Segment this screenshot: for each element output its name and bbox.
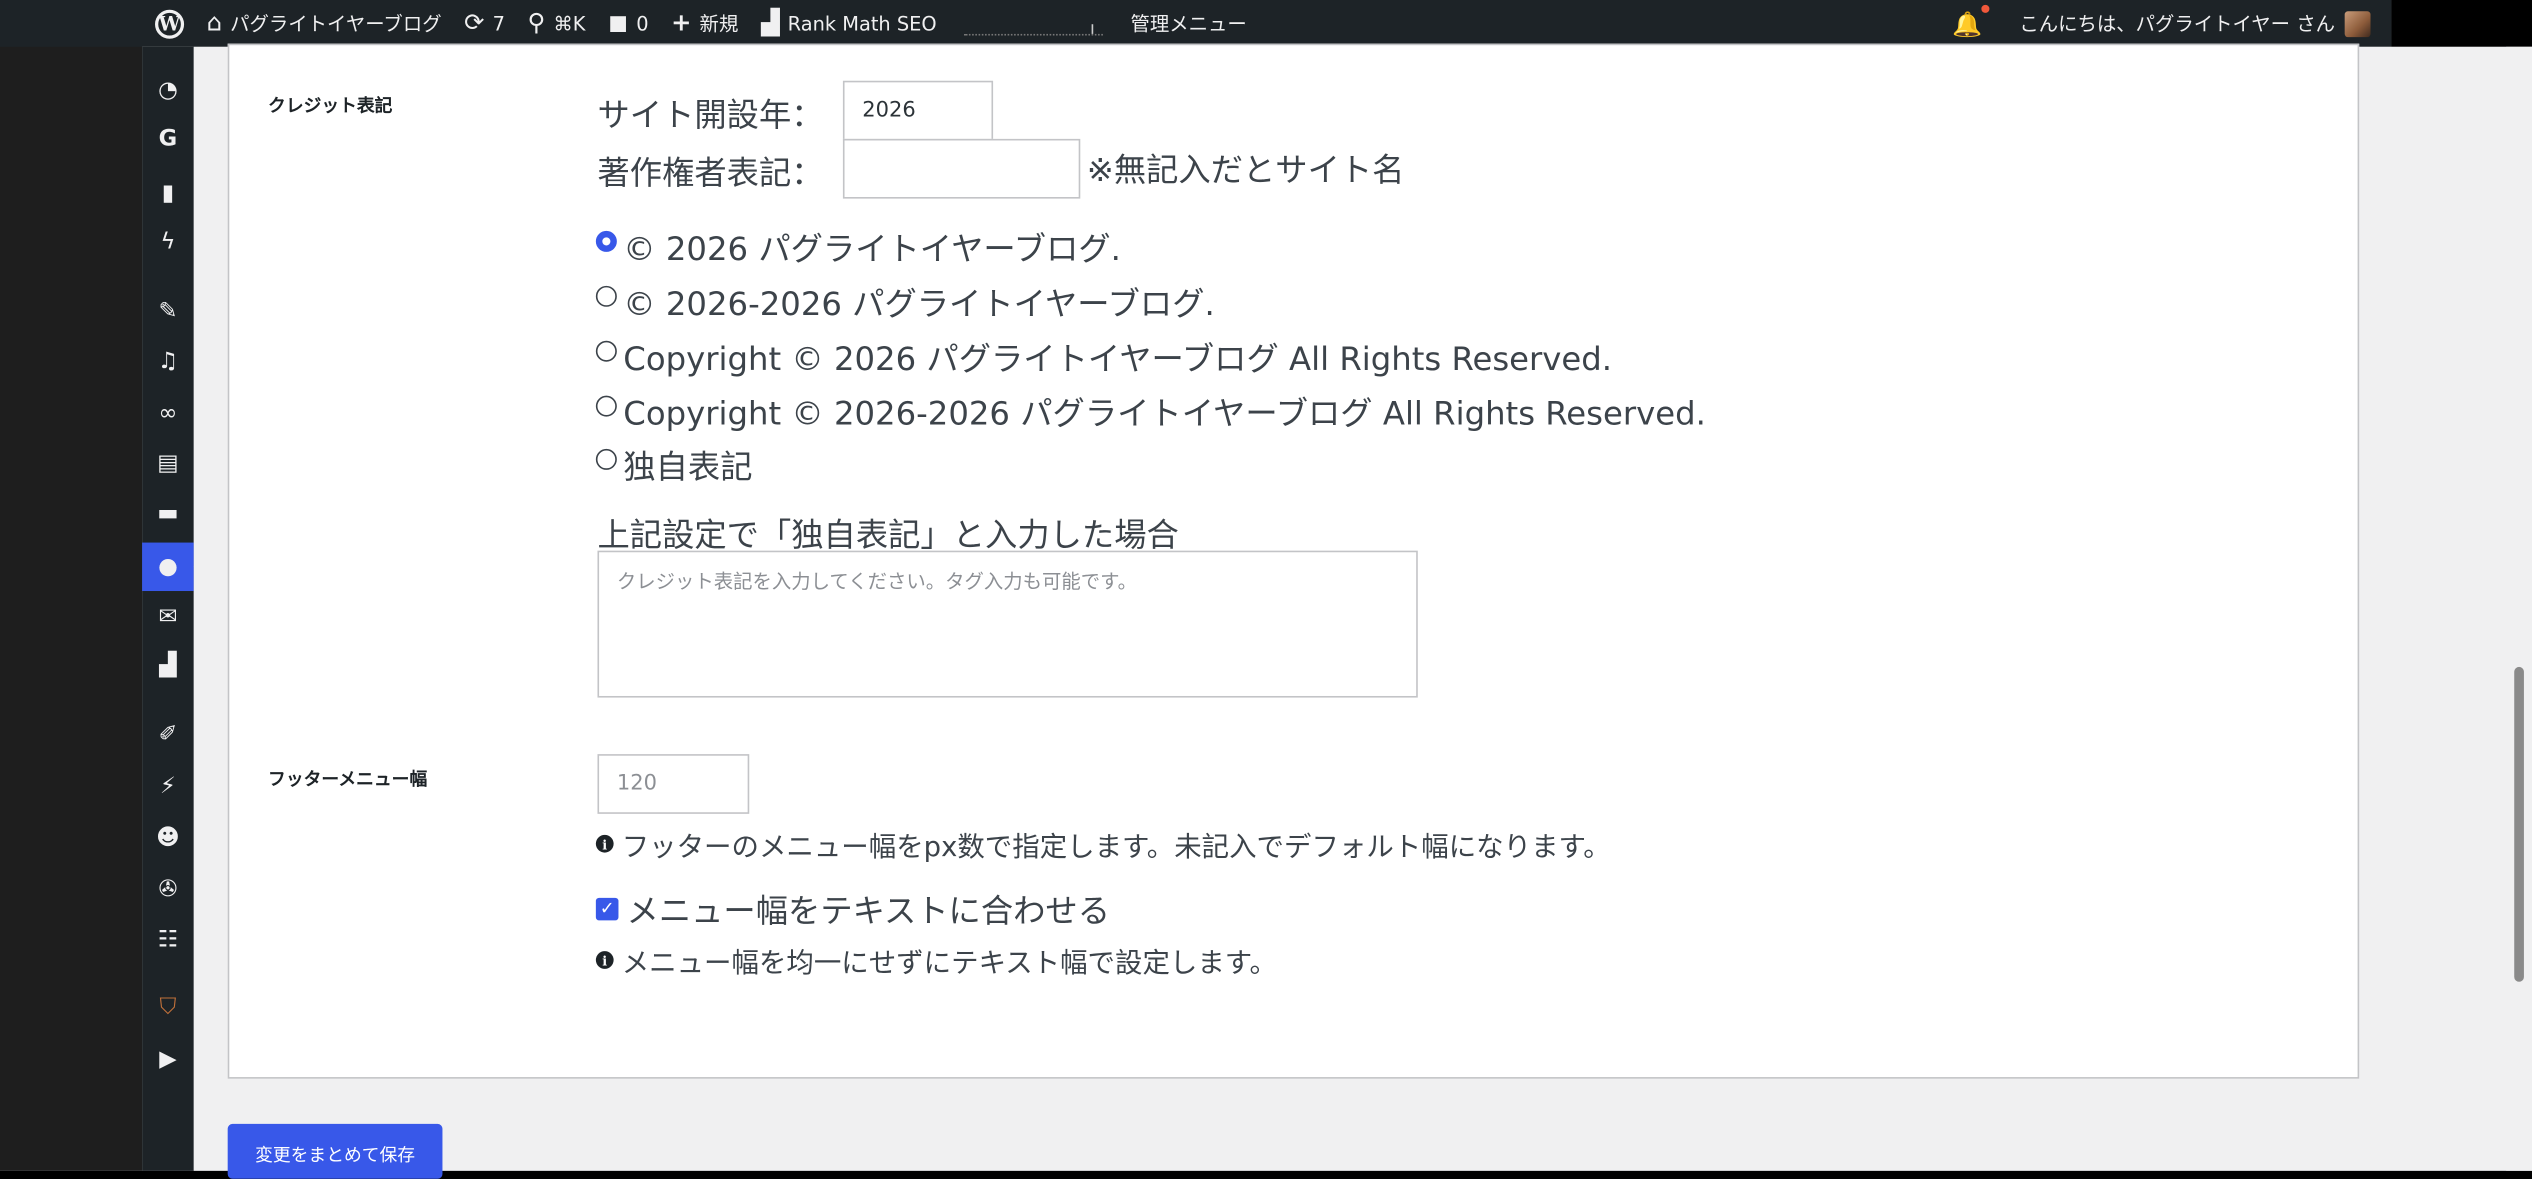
site-name-link[interactable]: ⌂ パグライトイヤーブログ [195, 0, 452, 47]
info-icon: i [595, 834, 614, 853]
fit-menu-width-help-text: メニュー幅を均一にせずにテキスト幅で設定します。 [621, 947, 1277, 981]
credit-option-label: Copyright © 2026 パグライトイヤーブログ All Rights … [623, 339, 1613, 378]
mail-icon[interactable]: ✉ [142, 593, 194, 641]
radio[interactable] [595, 285, 617, 307]
screen: W ⌂ パグライトイヤーブログ ⟳ 7 ⚲ ⌘K ◼ 0 + 新規 ▟ Rank… [0, 0, 2532, 1179]
copyright-holder-label: 著作権者表記： [597, 153, 824, 193]
left-margin [0, 0, 143, 1171]
new-label: 新規 [699, 12, 739, 36]
info-icon: i [595, 951, 614, 969]
footer-menu-width-help: i フッターのメニュー幅をpx数で指定します。未記入でデフォルト幅になります。 [595, 824, 1611, 864]
credit-option-2[interactable]: © 2026-2026 パグライトイヤーブログ. [595, 278, 1215, 325]
radio[interactable] [595, 395, 617, 417]
footer-menu-width-label: フッターメニュー幅 [268, 768, 428, 790]
account-menu[interactable]: こんにちは、パグライトイヤー さん [2008, 0, 2382, 47]
credit-option-5[interactable]: 独自表記 [595, 441, 753, 488]
posts-icon[interactable]: ✎ [142, 287, 194, 335]
site-year-label: サイト開設年： [597, 95, 824, 135]
google-icon[interactable]: G [142, 115, 194, 163]
credit-label: クレジット表記 [268, 95, 393, 117]
scrollbar-thumb[interactable] [2514, 666, 2524, 982]
links-icon[interactable]: ∞ [142, 389, 194, 437]
settings-icon[interactable]: ☷ [142, 916, 194, 964]
credit-option-label: Copyright © 2026-2026 パグライトイヤーブログ All Ri… [623, 394, 1706, 433]
stats-icon[interactable]: ▮ [142, 170, 194, 218]
copyright-holder-input[interactable] [842, 138, 1081, 199]
admin-menu-label: 管理メニュー [1130, 12, 1247, 36]
content-area: クレジット表記 サイト開設年： 2026 著作権者表記： ※無記入だとサイト名 … [193, 43, 2532, 1171]
radio[interactable] [595, 340, 617, 362]
wordpress-icon: W [155, 8, 185, 38]
custom-credit-label: 上記設定で「独自表記」と入力した場合 [597, 515, 1179, 554]
refresh-icon: ⟳ [464, 8, 485, 38]
rankmath-icon: ▟ [760, 8, 780, 38]
updates-count: 7 [492, 12, 505, 35]
play-icon[interactable]: ▶ [142, 1035, 194, 1083]
checkbox-checked[interactable]: ✓ [595, 897, 619, 920]
admin-bar: W ⌂ パグライトイヤーブログ ⟳ 7 ⚲ ⌘K ◼ 0 + 新規 ▟ Rank… [0, 0, 2392, 47]
pages-icon[interactable]: ▤ [142, 439, 194, 487]
comment-icon: ◼ [608, 8, 629, 38]
shield-icon[interactable]: ⛉ [142, 983, 194, 1031]
comments-icon[interactable]: ▬ [142, 489, 194, 537]
save-all-button[interactable]: 変更をまとめて保存 [227, 1123, 443, 1179]
credit-option-1[interactable]: © 2026 パグライトイヤーブログ. [595, 223, 1121, 270]
fit-menu-width-label: メニュー幅をテキストに合わせる [626, 891, 1111, 931]
radio[interactable] [595, 448, 617, 470]
notification-dot [1980, 4, 1989, 13]
credit-option-label: 独自表記 [623, 447, 753, 487]
credit-option-label: © 2026 パグライトイヤーブログ. [623, 229, 1121, 269]
home-icon: ⌂ [206, 8, 223, 38]
notifications-button[interactable]: 🔔 [1941, 0, 2008, 47]
scrollbar-track[interactable] [2506, 46, 2532, 1171]
admin-sidebar: ◔ G ▮ ϟ ✎ ♫ ∞ ▤ ▬ ● ✉ ▟ ✐ ⚡ ☻ ✇ ☷ ⛉ ▶ [142, 46, 201, 1171]
custom-credit-textarea[interactable]: クレジット表記を入力してください。タグ入力も可能です。 [597, 550, 1418, 698]
greeting: こんにちは、パグライトイヤー さん [2019, 12, 2335, 36]
plus-icon: + [671, 8, 692, 38]
theme-icon[interactable]: ● [142, 542, 201, 592]
footer-menu-width-help-text: フッターのメニュー幅をpx数で指定します。未記入でデフォルト幅になります。 [621, 831, 1611, 864]
comments-link[interactable]: ◼ 0 [597, 0, 660, 47]
search-shortcut: ⌘K [553, 12, 586, 35]
settings-panel: クレジット表記 サイト開設年： 2026 著作権者表記： ※無記入だとサイト名 … [227, 43, 2360, 1079]
new-content-link[interactable]: + 新規 [660, 0, 750, 47]
fit-menu-width-option[interactable]: ✓ メニュー幅をテキストに合わせる [595, 885, 1111, 932]
rankmath-link[interactable]: ▟ Rank Math SEO [750, 0, 948, 47]
rankmath-icon[interactable]: ▟ [142, 641, 194, 689]
avatar [2344, 10, 2371, 37]
credit-option-label: © 2026-2026 パグライトイヤーブログ. [623, 284, 1215, 323]
admin-menu-link[interactable]: 管理メニュー [1119, 0, 1258, 47]
updates-link[interactable]: ⟳ 7 [453, 0, 516, 47]
comments-count: 0 [636, 12, 649, 35]
users-icon[interactable]: ☻ [142, 814, 194, 862]
adminbar-select[interactable] [964, 11, 1104, 36]
fit-menu-width-help: i メニュー幅を均一にせずにテキスト幅で設定します。 [595, 940, 1277, 981]
site-year-input[interactable]: 2026 [842, 80, 994, 141]
radio-selected[interactable] [595, 230, 617, 252]
rankmath-label: Rank Math SEO [787, 12, 937, 35]
search-command[interactable]: ⚲ ⌘K [516, 0, 597, 47]
appearance-icon[interactable]: ✐ [142, 711, 194, 759]
dashboard-icon[interactable]: ◔ [142, 66, 194, 114]
plugins-icon[interactable]: ⚡ [142, 762, 194, 810]
top-right-margin [2391, 0, 2532, 47]
credit-option-3[interactable]: Copyright © 2026 パグライトイヤーブログ All Rights … [595, 333, 1613, 380]
wordpress-logo-button[interactable]: W [0, 0, 195, 47]
footer-menu-width-input[interactable]: 120 [597, 754, 750, 814]
tools-icon[interactable]: ✇ [142, 866, 194, 914]
performance-icon[interactable]: ϟ [142, 218, 194, 266]
credit-option-4[interactable]: Copyright © 2026-2026 パグライトイヤーブログ All Ri… [595, 388, 1706, 435]
copyright-holder-note: ※無記入だとサイト名 [1086, 150, 1405, 189]
media-icon[interactable]: ♫ [142, 337, 194, 385]
bell-icon: 🔔 [1952, 4, 1989, 38]
site-name: パグライトイヤーブログ [230, 12, 442, 36]
search-icon: ⚲ [527, 8, 546, 38]
